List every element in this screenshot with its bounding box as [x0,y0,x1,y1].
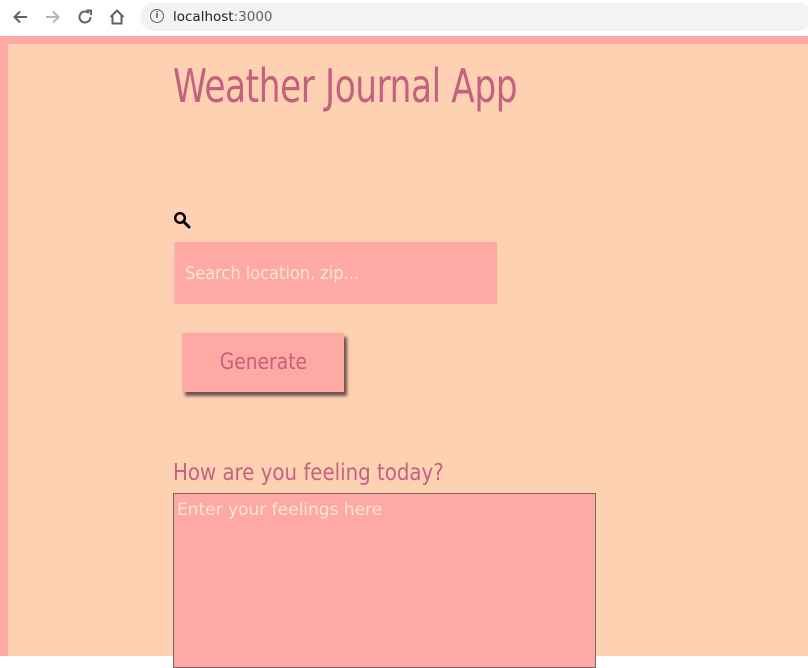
url-port: :3000 [233,9,273,25]
home-button[interactable] [105,5,129,29]
arrow-right-icon [46,10,60,24]
url-host: localhost [173,9,234,25]
address-bar[interactable]: i localhost:3000 [140,3,808,31]
search-icon [173,211,191,229]
zip-input[interactable] [173,242,497,304]
reload-icon [78,9,92,24]
generate-button-label: Generate [219,350,307,375]
url-text: localhost:3000 [173,8,273,26]
generate-button[interactable]: Generate [182,333,344,392]
reload-button[interactable] [73,5,97,29]
arrow-left-icon [13,10,27,24]
home-icon [109,9,125,25]
back-button[interactable] [8,5,32,29]
page-title: Weather Journal App [173,59,518,113]
forward-button[interactable] [41,5,65,29]
feelings-textarea[interactable] [173,493,596,668]
info-icon[interactable]: i [150,9,164,23]
browser-toolbar: i localhost:3000 [0,0,808,36]
feelings-label: How are you feeling today? [173,460,444,486]
